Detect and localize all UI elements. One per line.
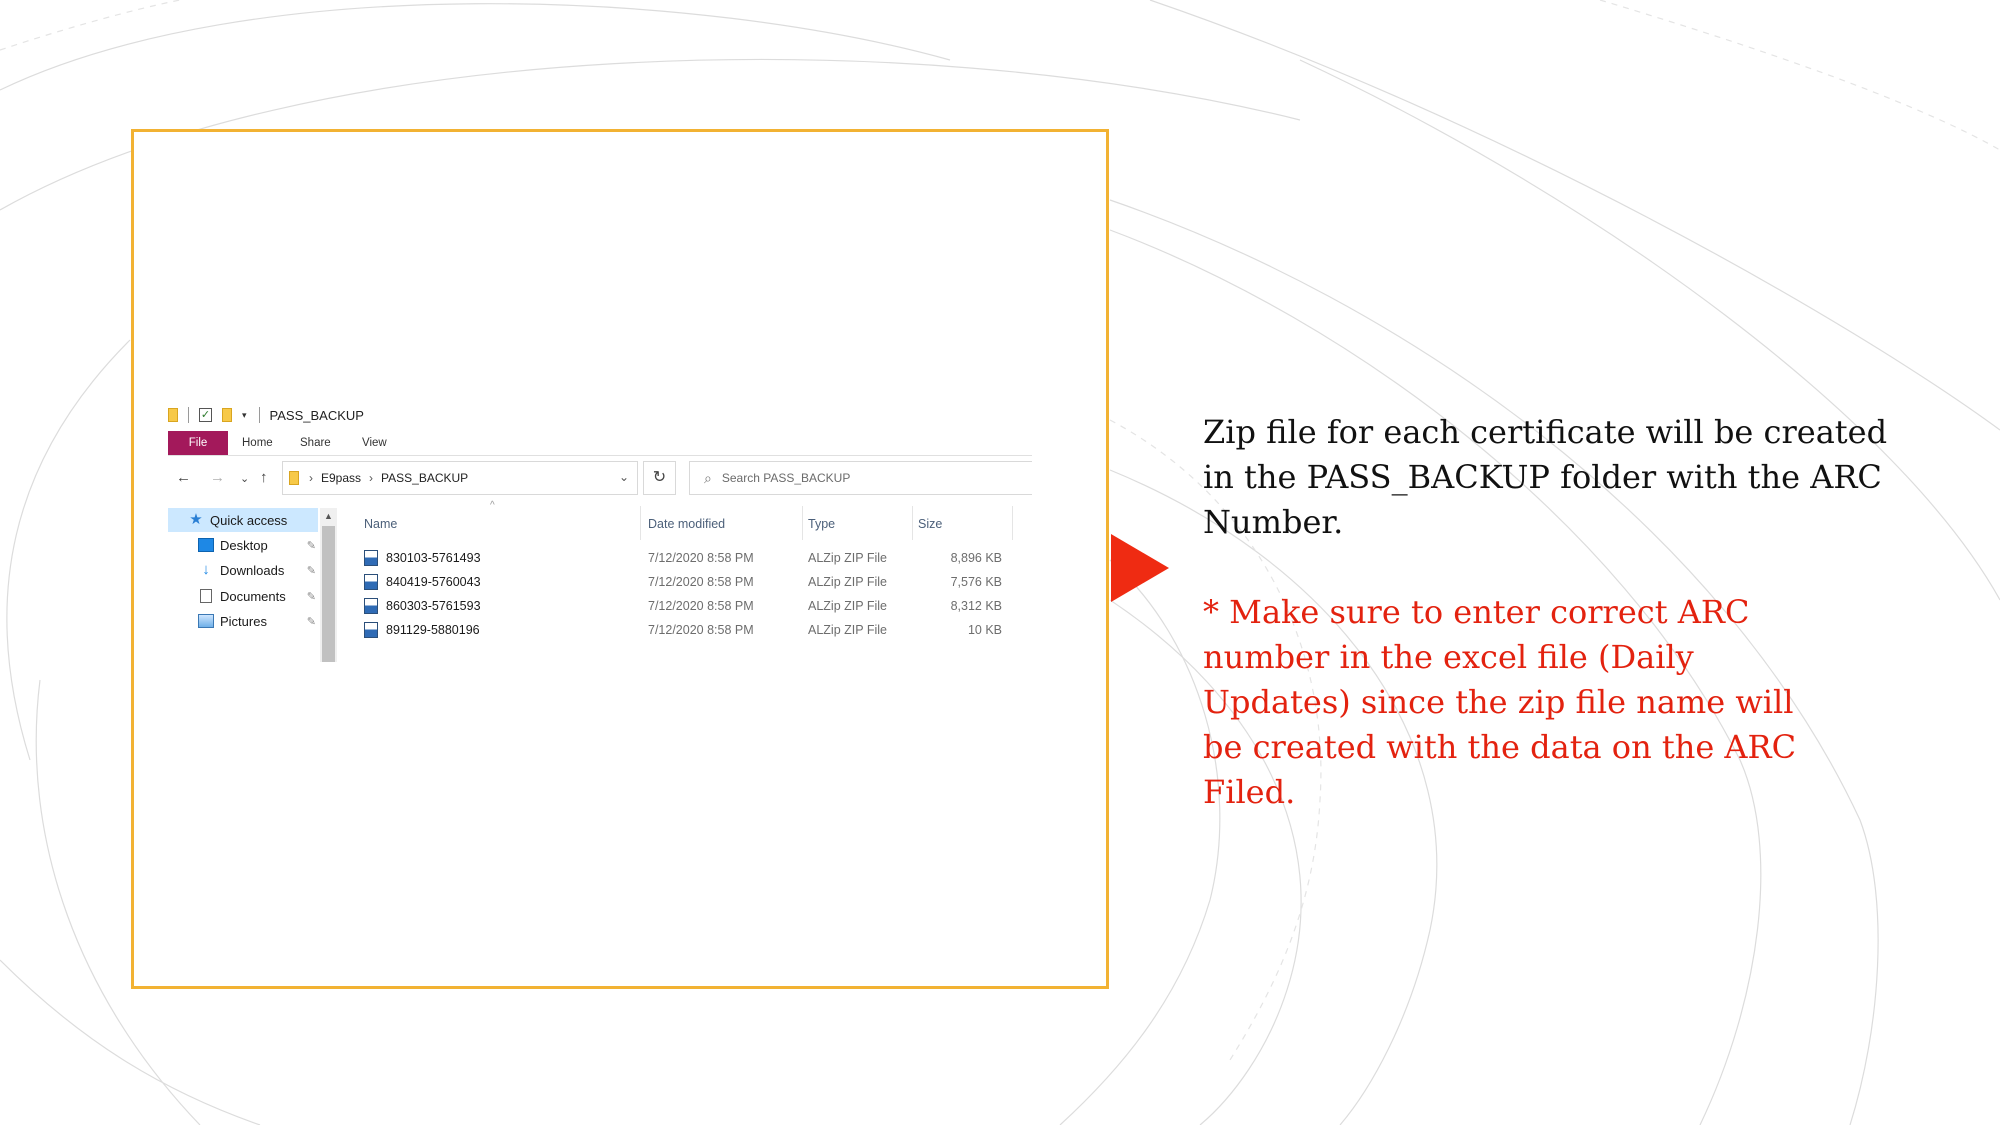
sidebar-item-downloads[interactable]: ↓ Downloads ✎	[168, 558, 318, 582]
refresh-icon[interactable]: ↻	[643, 461, 676, 495]
file-size: 8,896 KB	[950, 551, 1002, 565]
file-size: 10 KB	[967, 623, 1002, 637]
desktop-icon	[198, 538, 214, 552]
file-name: 860303-5761593	[386, 599, 481, 613]
table-row[interactable]: 830103-5761493 7/12/2020 8:58 PM ALZip Z…	[358, 546, 1018, 570]
folder-icon	[168, 408, 178, 422]
sidebar-item-quick-access[interactable]: ★ Quick access	[168, 508, 318, 532]
zip-file-icon	[364, 550, 378, 566]
zip-file-icon	[364, 574, 378, 590]
breadcrumb-root[interactable]: E9pass	[321, 471, 361, 485]
table-row[interactable]: 860303-5761593 7/12/2020 8:58 PM ALZip Z…	[358, 594, 1018, 618]
download-icon: ↓	[202, 561, 210, 578]
file-date: 7/12/2020 8:58 PM	[648, 575, 754, 589]
zip-file-icon	[364, 598, 378, 614]
sort-ascending-icon: ^	[490, 500, 495, 511]
up-arrow-icon[interactable]: ↑	[260, 469, 268, 486]
column-header-size[interactable]: Size	[918, 512, 942, 542]
column-divider[interactable]	[640, 506, 641, 540]
table-row[interactable]: 840419-5760043 7/12/2020 8:58 PM ALZip Z…	[358, 570, 1018, 594]
back-arrow-icon[interactable]: ←	[176, 469, 191, 486]
address-bar[interactable]: › E9pass › PASS_BACKUP ⌄	[282, 461, 638, 495]
warning-text: * Make sure to enter correct ARC number …	[1203, 593, 1797, 811]
navigation-bar: ← → ⌄ ↑ › E9pass › PASS_BACKUP ⌄ ↻ ⌕ Sea…	[168, 460, 1032, 498]
file-name-cell: 840419-5760043	[364, 570, 481, 594]
table-row[interactable]: 891129-5880196 7/12/2020 8:58 PM ALZip Z…	[358, 618, 1018, 642]
breadcrumb-separator: ›	[369, 471, 374, 485]
search-box[interactable]: ⌕ Search PASS_BACKUP	[689, 461, 1032, 495]
search-placeholder: Search PASS_BACKUP	[721, 471, 851, 485]
file-type: ALZip ZIP File	[808, 623, 887, 637]
navigation-pane: ★ Quick access Desktop ✎ ↓ Downloads ✎ D…	[168, 508, 337, 662]
star-icon: ★	[189, 511, 203, 528]
file-date: 7/12/2020 8:58 PM	[648, 551, 754, 565]
folder-icon	[289, 471, 299, 485]
sidebar-item-pictures[interactable]: Pictures ✎	[168, 609, 318, 633]
title-bar: ✓ ▾ PASS_BACKUP	[168, 402, 1028, 428]
search-icon: ⌕	[704, 469, 712, 486]
column-header-type[interactable]: Type	[808, 512, 835, 542]
file-date: 7/12/2020 8:58 PM	[648, 599, 754, 613]
sidebar-item-label: Desktop	[220, 537, 268, 553]
file-name: 891129-5880196	[386, 623, 480, 637]
documents-icon	[200, 589, 212, 603]
file-name: 830103-5761493	[386, 551, 481, 565]
breadcrumb-separator: ›	[309, 471, 313, 485]
pin-icon[interactable]: ✎	[307, 615, 316, 628]
sidebar-item-label: Documents	[220, 588, 286, 604]
pin-icon[interactable]: ✎	[307, 539, 316, 552]
file-size: 7,576 KB	[950, 575, 1002, 589]
sidebar-item-label: Pictures	[220, 613, 267, 629]
forward-arrow-icon[interactable]: →	[210, 469, 225, 486]
toolbar-separator	[258, 407, 260, 423]
pictures-icon	[198, 614, 214, 628]
toolbar-separator	[188, 407, 189, 423]
ribbon-tabs: File Home Share View	[168, 431, 1032, 456]
tab-view[interactable]: View	[362, 431, 387, 455]
screenshot-frame: ✓ ▾ PASS_BACKUP File Home Share View ← →…	[131, 129, 1109, 989]
file-date: 7/12/2020 8:58 PM	[648, 623, 754, 637]
scrollbar-thumb[interactable]	[322, 526, 335, 662]
tab-file[interactable]: File	[168, 431, 228, 455]
column-header-date-modified[interactable]: Date modified	[648, 512, 725, 542]
file-name-cell: 860303-5761593	[364, 594, 481, 618]
file-type: ALZip ZIP File	[808, 599, 887, 613]
scroll-up-arrow-icon[interactable]: ▲	[320, 508, 337, 524]
file-type: ALZip ZIP File	[808, 575, 887, 589]
file-name-cell: 891129-5880196	[364, 618, 480, 642]
file-name-cell: 830103-5761493	[364, 546, 481, 570]
file-name: 840419-5760043	[386, 575, 481, 589]
tab-home[interactable]: Home	[242, 431, 273, 455]
column-divider[interactable]	[802, 506, 803, 540]
column-header-name[interactable]: Name	[364, 512, 397, 542]
window-title: PASS_BACKUP	[269, 407, 364, 423]
file-explorer-window: ✓ ▾ PASS_BACKUP File Home Share View ← →…	[168, 402, 1032, 672]
pointer-arrow-icon	[1111, 534, 1169, 602]
pin-icon[interactable]: ✎	[307, 590, 316, 603]
breadcrumb-current[interactable]: PASS_BACKUP	[381, 471, 468, 485]
address-history-chevron-icon[interactable]: ⌄	[619, 470, 629, 484]
zip-file-icon	[364, 622, 378, 638]
file-type: ALZip ZIP File	[808, 551, 887, 565]
column-divider[interactable]	[912, 506, 913, 540]
customize-toolbar-dropdown[interactable]: ▾	[242, 410, 247, 421]
file-list: ^ Name Date modified Type Size 830103-57…	[358, 500, 1018, 666]
pin-icon[interactable]: ✎	[307, 564, 316, 577]
navigation-scrollbar[interactable]: ▲	[320, 508, 337, 662]
sidebar-item-documents[interactable]: Documents ✎	[168, 584, 318, 608]
file-size: 8,312 KB	[950, 599, 1002, 613]
recent-locations-chevron-icon[interactable]: ⌄	[240, 472, 249, 485]
tab-share[interactable]: Share	[300, 431, 331, 455]
column-divider[interactable]	[1012, 506, 1013, 540]
sidebar-item-label: Quick access	[210, 512, 288, 528]
explanation-text: Zip file for each certificate will be cr…	[1203, 413, 1888, 541]
properties-icon[interactable]: ✓	[199, 408, 212, 422]
sidebar-item-label: Downloads	[220, 562, 285, 578]
new-folder-icon[interactable]	[222, 408, 232, 422]
sidebar-item-desktop[interactable]: Desktop ✎	[168, 533, 318, 557]
